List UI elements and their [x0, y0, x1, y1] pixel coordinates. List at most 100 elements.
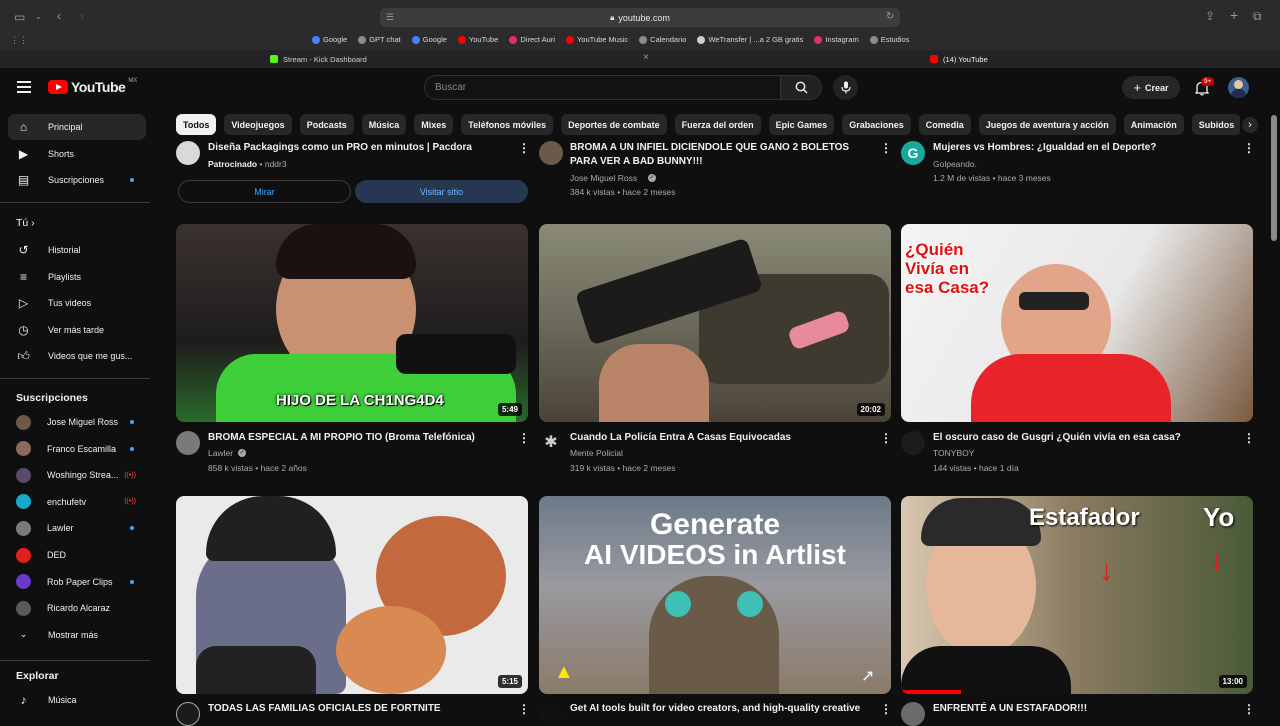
channel-avatar[interactable] [539, 702, 563, 726]
external-link-icon[interactable]: ↗ [861, 666, 874, 686]
chip-11[interactable]: Juegos de aventura y acción [978, 114, 1116, 135]
channel-name[interactable]: Jose Miguel Ross [570, 171, 637, 185]
bookmark-item[interactable]: Google [411, 35, 447, 44]
channel-avatar[interactable] [539, 141, 563, 165]
sidebar-item[interactable]: ≡ Playlists [8, 264, 146, 290]
bookmark-item[interactable]: Google [312, 35, 347, 44]
video-title[interactable]: Get AI tools built for video creators, a… [570, 702, 870, 716]
show-more-button[interactable]: ⌄ Mostrar más [8, 622, 146, 648]
chip-0[interactable]: Todos [176, 114, 217, 135]
more-actions-icon[interactable]: ⋮ [1243, 431, 1255, 445]
video-title[interactable]: El oscuro caso de Gusgri ¿Quién vivía en… [933, 431, 1223, 445]
account-avatar[interactable] [1228, 77, 1249, 98]
chip-8[interactable]: Epic Games [768, 114, 835, 135]
tab-overview-icon[interactable]: ⧉ [1253, 10, 1262, 22]
subscription-item[interactable]: Ricardo Alcaraz [8, 595, 146, 621]
chip-2[interactable]: Podcasts [299, 114, 354, 135]
subscription-item[interactable]: Franco Escamilla [8, 436, 146, 462]
more-actions-icon[interactable]: ⋮ [880, 702, 892, 716]
tab-kick[interactable]: Stream - Kick Dashboard [270, 52, 367, 66]
chip-13[interactable]: Subidos [1191, 114, 1242, 135]
channel-avatar[interactable]: G [901, 141, 925, 165]
search-button[interactable] [780, 75, 822, 100]
channel-name[interactable]: Golpeando. [933, 157, 977, 171]
watch-button[interactable]: Mirar [178, 180, 351, 203]
chip-9[interactable]: Grabaciones [842, 114, 911, 135]
more-actions-icon[interactable]: ⋮ [1243, 702, 1255, 716]
url-bar[interactable]: 🔒︎ youtube.com [380, 8, 900, 27]
subscription-item[interactable]: Jose Miguel Ross [8, 409, 146, 435]
more-actions-icon[interactable]: ⋮ [1243, 141, 1255, 155]
bookmark-item[interactable]: Direct Auri [509, 35, 555, 44]
share-icon[interactable]: ⇪ [1205, 10, 1215, 22]
video-thumbnail[interactable]: HIJO DE LA CH1NG4D4 5:49 [176, 224, 528, 422]
search-input[interactable]: Buscar [424, 75, 781, 100]
bookmark-item[interactable]: Instagram [814, 35, 859, 44]
chip-7[interactable]: Fuerza del orden [674, 114, 761, 135]
chip-1[interactable]: Videojuegos [224, 114, 292, 135]
sidebar-item[interactable]: ▷ Tus videos [8, 290, 146, 316]
scrollbar[interactable] [1271, 115, 1277, 241]
chip-10[interactable]: Comedia [918, 114, 971, 135]
video-thumbnail[interactable]: ¿Quién Vivía en esa Casa? [901, 224, 1253, 422]
sidebar-item[interactable]: 👍︎ Videos que me gus... [8, 343, 146, 369]
sidebar-item[interactable]: ▤ Suscripciones [8, 167, 146, 193]
new-tab-icon[interactable]: + [1230, 8, 1238, 22]
visit-site-button[interactable]: Visitar sitio [355, 180, 528, 203]
chip-6[interactable]: Deportes de combate [561, 114, 667, 135]
channel-name[interactable]: TONYBOY [933, 446, 974, 460]
channel-avatar[interactable] [176, 141, 200, 165]
video-title[interactable]: TODAS LAS FAMILIAS OFICIALES DE FORTNITE [208, 702, 498, 716]
channel-avatar[interactable] [901, 702, 925, 726]
close-tab-icon[interactable]: × [643, 52, 649, 63]
bookmark-item[interactable]: GPT chat [358, 35, 401, 44]
video-title[interactable]: Mujeres vs Hombres: ¿Igualdad en el Depo… [933, 141, 1223, 155]
channel-avatar[interactable]: ✱ [539, 431, 563, 455]
more-actions-icon[interactable]: ⋮ [880, 431, 892, 445]
chip-4[interactable]: Mixes [414, 114, 454, 135]
back-arrow-icon[interactable]: ‹ [57, 10, 61, 22]
more-actions-icon[interactable]: ⋮ [518, 702, 530, 716]
bookmark-item[interactable]: WeTransfer | ...a 2 GB gratis [697, 35, 803, 44]
more-actions-icon[interactable]: ⋮ [518, 141, 530, 155]
hamburger-menu-icon[interactable] [17, 81, 31, 93]
channel-avatar[interactable] [176, 431, 200, 455]
channel-avatar[interactable] [901, 431, 925, 455]
voice-search-button[interactable] [833, 75, 858, 100]
create-button[interactable]: + Crear [1122, 76, 1180, 99]
sidebar-item[interactable]: ♪ Música [8, 687, 146, 713]
video-thumbnail[interactable]: Estafador Yo ↓ ↓ 13:00 [901, 496, 1253, 694]
bookmark-item[interactable]: YouTube Music [566, 35, 628, 44]
sidebar-toggle-icon[interactable]: ▭ [14, 11, 25, 23]
video-thumbnail[interactable]: Generate AI VIDEOS in Artlist ▲ ↗ [539, 496, 891, 694]
video-title[interactable]: BROMA ESPECIAL A MI PROPIO TIO (Broma Te… [208, 431, 498, 445]
bookmark-item[interactable]: YouTube [457, 35, 498, 44]
video-title[interactable]: ENFRENTÉ A UN ESTAFADOR!!! [933, 702, 1223, 716]
sidebar-item[interactable]: ◷ Ver más tarde [8, 317, 146, 343]
channel-name[interactable]: Lawler [208, 446, 233, 460]
video-title[interactable]: Diseña Packagings como un PRO en minutos… [208, 141, 498, 155]
chips-next-button[interactable]: › [1240, 114, 1260, 135]
youtube-logo[interactable]: YouTube MX [48, 78, 137, 95]
channel-name[interactable]: Mente Policial [570, 446, 623, 460]
subscription-item[interactable]: DED [8, 542, 146, 568]
video-title[interactable]: BROMA A UN INFIEL DICIENDOLE QUE GANO 2 … [570, 141, 875, 169]
sidebar-item[interactable]: ▶ Shorts [8, 141, 146, 167]
chip-12[interactable]: Animación [1123, 114, 1184, 135]
you-heading[interactable]: Tú › [16, 217, 35, 229]
bookmark-item[interactable]: Calendario [639, 35, 686, 44]
chip-3[interactable]: Música [361, 114, 407, 135]
subscription-item[interactable]: Rob Paper Clips [8, 569, 146, 595]
video-title[interactable]: Cuando La Policía Entra A Casas Equivoca… [570, 431, 860, 445]
subscription-item[interactable]: Woshingo Strea... ((•)) [8, 462, 146, 488]
reader-icon[interactable]: ☰ [386, 11, 394, 23]
more-actions-icon[interactable]: ⋮ [518, 431, 530, 445]
chip-5[interactable]: Teléfonos móviles [461, 114, 554, 135]
bookmark-item[interactable]: Estudios [869, 35, 909, 44]
forward-arrow-icon[interactable]: › [80, 10, 84, 22]
channel-avatar[interactable] [176, 702, 200, 726]
chevron-down-icon[interactable]: ⌄ [35, 11, 42, 23]
tab-youtube[interactable]: (14) YouTube [930, 52, 988, 66]
more-actions-icon[interactable]: ⋮ [880, 141, 892, 155]
sidebar-item[interactable]: ↺ Historial [8, 237, 146, 263]
